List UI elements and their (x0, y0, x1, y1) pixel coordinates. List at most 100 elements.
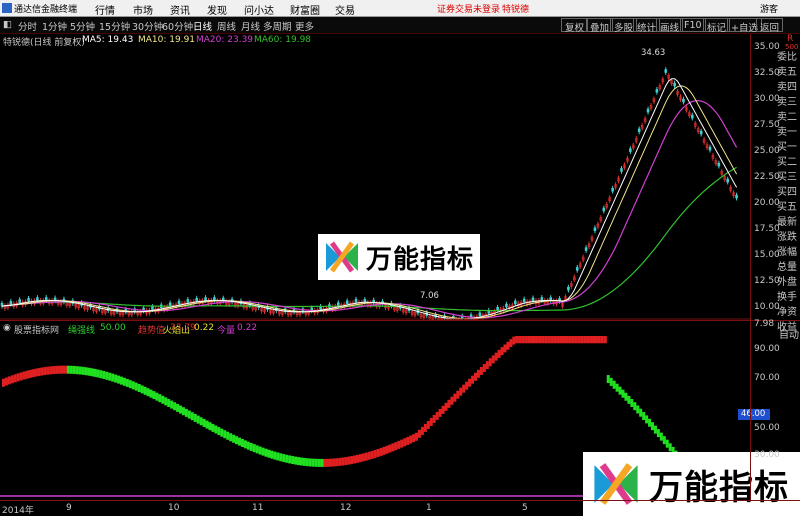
indicator-bar (648, 418, 652, 427)
indicator-bar (391, 443, 395, 452)
side-label[interactable]: 买二 (777, 153, 797, 168)
menu-shichang[interactable]: 市场 (133, 2, 153, 17)
stock-title: 特锐德(日线 前复权) (3, 38, 85, 48)
indicator-settings-icon[interactable]: ◉ (3, 323, 11, 333)
indicator-bar (102, 370, 106, 379)
indicator-bar (323, 458, 327, 467)
side-label[interactable]: 委比 (777, 48, 797, 63)
indicator-bar (577, 336, 581, 344)
side-label[interactable]: 涨跌 (777, 228, 797, 243)
side-label[interactable]: 总量 (777, 258, 797, 273)
return-button[interactable]: 返回 (756, 18, 784, 34)
indicator-bar (63, 365, 67, 374)
period-monthly[interactable]: 月线 (241, 19, 260, 33)
f10-button[interactable]: F10 (680, 18, 706, 32)
candle-body (522, 298, 526, 303)
period-60min[interactable]: 60分钟 (162, 19, 193, 33)
period-more[interactable]: 更多 (295, 19, 314, 33)
side-label[interactable]: 卖五 (777, 63, 797, 78)
candle-body (664, 69, 668, 73)
fuquan-button[interactable]: 复权 (561, 18, 589, 34)
side-label[interactable]: 买三 (777, 168, 797, 183)
menu-wenxiaoda[interactable]: 问小达 (244, 2, 274, 17)
indicator-bar (341, 457, 345, 466)
indicator-bar (332, 458, 336, 467)
indicator-bar (370, 450, 374, 459)
menu-jiaoyi[interactable]: 交易 (335, 2, 355, 17)
indicator-bar (320, 458, 324, 467)
indicator-bar (364, 452, 368, 461)
indicator-bar (471, 375, 475, 384)
indicator-bar (2, 378, 5, 387)
indicator-bar (500, 347, 504, 356)
mark-button[interactable]: 标记 (703, 18, 731, 34)
indicator-bar (297, 457, 300, 466)
indicator-bar (193, 413, 197, 422)
overlay-button[interactable]: 叠加 (586, 18, 614, 34)
side-label[interactable]: 换手 (777, 288, 797, 303)
period-5min[interactable]: 5分钟 (70, 19, 95, 33)
indicator-bar (78, 366, 82, 375)
candle-body (27, 298, 30, 302)
indicator-bar (565, 336, 569, 344)
menu-hangqing[interactable]: 行情 (95, 2, 115, 17)
menu-zixun[interactable]: 资讯 (170, 2, 190, 17)
indicator-bar (72, 365, 76, 374)
indicator-bar (612, 380, 616, 389)
candle-body (505, 303, 508, 308)
indicator-bar (279, 453, 283, 462)
indicator-bar (603, 336, 607, 344)
draw-line-button[interactable]: 画线 (656, 18, 684, 34)
indicator-tick: 70.00 (754, 373, 780, 383)
period-fenshi[interactable]: 分时 (18, 19, 37, 33)
price-tick: 7.98 (754, 319, 775, 329)
title-bar: 通达信金融终端 行情 市场 资讯 发现 问小达 财富圈 交易 证券交易未登录 特… (0, 0, 800, 17)
side-label[interactable]: 卖二 (777, 108, 797, 123)
x-label-4: 12 (340, 503, 352, 513)
indicator-bar (261, 447, 265, 456)
ma60-legend: MA60: 19.98 (254, 35, 312, 45)
indicator-bar (630, 399, 634, 408)
indicator-bar (497, 349, 501, 358)
indicator-bar (285, 454, 289, 463)
indicator-name[interactable]: 股票指标网 (14, 323, 59, 336)
trade-login-status[interactable]: 证券交易未登录 (437, 2, 500, 15)
guest-login[interactable]: 游客 (760, 2, 778, 15)
indicator-bar (276, 452, 280, 461)
period-weekly[interactable]: 周线 (217, 19, 236, 33)
indicator-label-1: 趋势值 (138, 326, 166, 336)
side-label[interactable]: 涨幅 (777, 243, 797, 258)
indicator-bar (317, 458, 321, 467)
period-15min[interactable]: 15分钟 (99, 19, 130, 33)
indicator-bar (509, 339, 513, 348)
menu-faxian[interactable]: 发现 (207, 2, 227, 17)
indicator-bar (140, 385, 144, 394)
indicator-bar (559, 336, 563, 344)
indicator-bar (379, 447, 383, 456)
side-label[interactable]: 买四 (777, 183, 797, 198)
side-label[interactable]: 买五 (777, 198, 797, 213)
candle-body (593, 227, 597, 232)
period-daily[interactable]: 日线 (193, 19, 212, 33)
app-logo-icon (2, 3, 12, 13)
side-label[interactable]: 收益 (777, 318, 797, 333)
side-label[interactable]: 卖四 (777, 78, 797, 93)
side-label[interactable]: 卖三 (777, 93, 797, 108)
back-icon[interactable]: ◧ (3, 19, 12, 30)
side-label[interactable]: 外盘 (777, 273, 797, 288)
menu-caifuquan[interactable]: 财富圈 (290, 2, 320, 17)
period-1min[interactable]: 1分钟 (42, 19, 67, 33)
indicator-bar (397, 440, 401, 449)
side-label[interactable]: 买一 (777, 138, 797, 153)
side-label[interactable]: 最新 (777, 213, 797, 228)
indicator-bar (93, 368, 97, 377)
candle-body (682, 98, 685, 103)
indicator-bar (232, 434, 236, 443)
x-label-1: 9 (66, 503, 72, 513)
side-label[interactable]: 净资 (777, 303, 797, 318)
side-label[interactable]: 卖一 (777, 123, 797, 138)
period-30min[interactable]: 30分钟 (132, 19, 163, 33)
indicator-bar (173, 402, 177, 411)
period-multi[interactable]: 多周期 (263, 19, 292, 33)
indicator-value-2: 0.22 (194, 323, 215, 333)
